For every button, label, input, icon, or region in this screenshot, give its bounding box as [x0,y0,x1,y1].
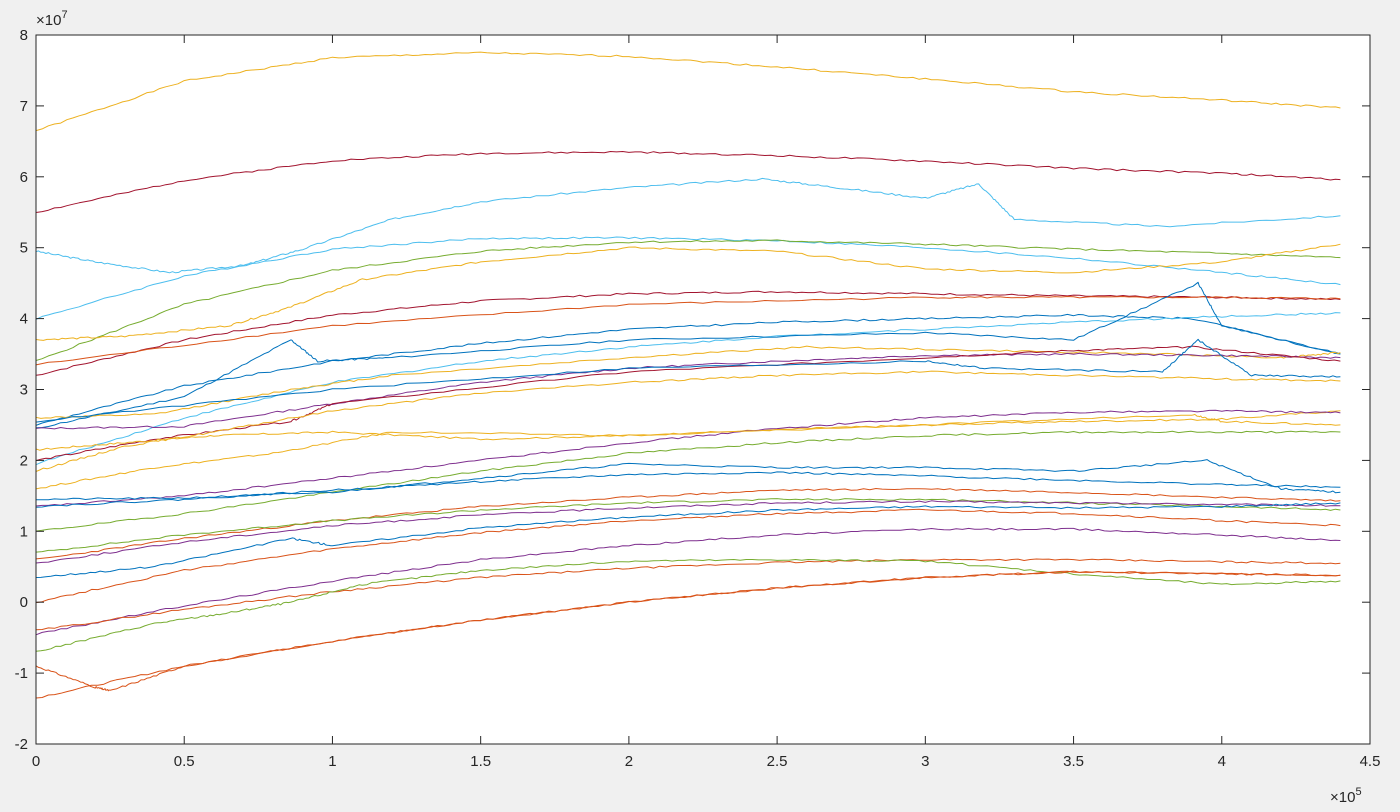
x-tick-label: 2.5 [767,753,788,770]
plot-area [36,35,1370,744]
y-tick-label: -1 [15,665,28,682]
x-tick-labels: 0 0.5 1 1.5 2 2.5 3 3.5 4 4.5 [32,753,1381,770]
x-tick-label: 3 [921,753,929,770]
x-tick-label: 3.5 [1063,753,1084,770]
x-tick-label: 0.5 [174,753,195,770]
y-tick-labels: -2 -1 0 1 2 3 4 5 6 7 8 [15,27,28,753]
y-tick-label: 2 [20,452,28,469]
y-tick-label: 8 [20,27,28,44]
x-tick-label: 4 [1218,753,1226,770]
y-tick-label: 1 [20,523,28,540]
x-tick-label: 1.5 [470,753,491,770]
chart: 0 0.5 1 1.5 2 2.5 3 3.5 4 4.5 -2 -1 0 1 2 3 4 5 6 7 8 ×107 … [0,0,1400,807]
y-exponent-power: 7 [61,9,67,21]
x-exponent-power: 5 [1355,786,1361,798]
y-tick-label: 7 [20,98,28,115]
x-tick-label: 0 [32,753,40,770]
x-exponent-base: ×10 [1330,789,1355,806]
y-tick-label: 0 [20,594,28,611]
y-tick-label: 4 [20,311,28,328]
x-tick-label: 2 [625,753,633,770]
y-tick-label: 3 [20,382,28,399]
x-tick-label: 1 [328,753,336,770]
y-tick-label: 5 [20,240,28,257]
line-chart: 0 0.5 1 1.5 2 2.5 3 3.5 4 4.5 -2-1012345678 ×107 … [15,9,1381,806]
y-exponent-base: ×10 [36,12,61,29]
x-axis-exponent: ×105 [1330,786,1362,806]
y-tick-label: -2 [15,736,28,753]
y-tick-label: 6 [20,169,28,186]
x-tick-label: 4.5 [1360,753,1381,770]
y-axis-exponent: ×107 [36,9,68,29]
